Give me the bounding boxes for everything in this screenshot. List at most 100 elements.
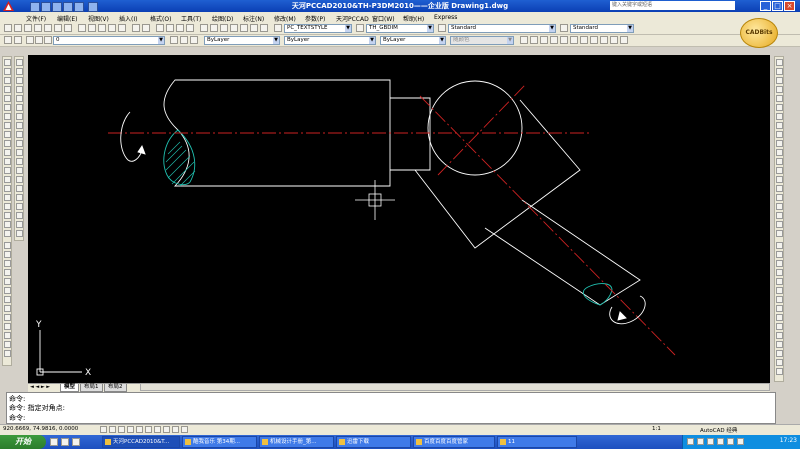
pccad-tool-1-icon[interactable] [4,242,11,249]
block-editor-icon[interactable] [118,24,126,32]
hatch-tool-icon[interactable] [570,36,578,44]
dim-text-edit-icon[interactable] [776,221,783,228]
center-icon[interactable] [560,36,568,44]
layer-manager-icon[interactable] [4,36,12,44]
zoom-previous-icon[interactable] [186,24,194,32]
redo-icon[interactable] [142,24,150,32]
lengthen-icon[interactable] [16,203,23,210]
media-icon[interactable] [72,438,80,446]
dim-update-icon[interactable] [776,230,783,237]
tray-ime-icon[interactable] [687,438,694,445]
save-icon[interactable] [34,24,42,32]
publish-icon[interactable] [64,24,72,32]
tray-chat-icon[interactable] [737,438,744,445]
pccad-tool-9-icon[interactable] [4,314,11,321]
pccad-right-1-icon[interactable] [776,242,783,249]
workspace-switch[interactable]: AutoCAD 经典 [700,426,737,434]
pccad-tool-10-icon[interactable] [4,323,11,330]
pccad-right-14-icon[interactable] [776,359,783,366]
jogged-linear-icon[interactable] [776,203,783,210]
print-icon[interactable] [44,24,52,32]
gradient-icon[interactable] [4,194,11,201]
extend-icon[interactable] [16,149,23,156]
osnap-icon[interactable] [610,36,618,44]
minimize-button[interactable]: _ [760,1,771,11]
grid-icon[interactable] [580,36,588,44]
pccad-tool-7-icon[interactable] [4,296,11,303]
mtext-icon[interactable] [4,221,11,228]
close-button[interactable]: × [784,1,795,11]
qp-toggle-icon[interactable] [181,426,188,433]
otrack-icon[interactable] [620,36,628,44]
task-music[interactable]: 酷我音乐 第34期... [182,436,257,448]
table-style-select[interactable]: Standard ▼ [448,24,556,33]
snap-icon[interactable] [590,36,598,44]
pccad-right-11-icon[interactable] [776,332,783,339]
zoom-realtime-icon[interactable] [166,24,174,32]
pccad-tool-4-icon[interactable] [4,269,11,276]
inspection-icon[interactable] [776,194,783,201]
maximize-button[interactable]: □ [772,1,783,11]
mleader-style-icon[interactable] [560,24,568,32]
pccad-right-10-icon[interactable] [776,323,783,330]
fillet-icon[interactable] [16,185,23,192]
linetype-select[interactable]: ByLayer ▼ [284,36,376,45]
pccad-tool-5-icon[interactable] [4,278,11,285]
tray-network-icon[interactable] [697,438,704,445]
pccad-tool-2-icon[interactable] [4,251,11,258]
pccad-right-7-icon[interactable] [776,296,783,303]
polar-icon[interactable] [600,36,608,44]
dim-linear-icon[interactable] [776,59,783,66]
pccad-tool-11-icon[interactable] [4,332,11,339]
spline-edit-icon[interactable] [16,230,23,237]
markup-icon[interactable] [240,24,248,32]
chamfer-icon[interactable] [16,176,23,183]
pccad-tool-8-icon[interactable] [4,305,11,312]
polar-toggle-icon[interactable] [127,426,134,433]
tolerance-icon[interactable] [776,176,783,183]
grid-toggle-icon[interactable] [109,426,116,433]
table-style-icon[interactable] [438,24,446,32]
pccad-right-15-icon[interactable] [776,368,783,375]
properties-icon[interactable] [200,24,208,32]
insert-block-icon[interactable] [4,158,11,165]
dim-style-select[interactable]: TH_GBDIM ▼ [366,24,434,33]
horizontal-scrollbar[interactable] [140,383,770,391]
menu-view[interactable]: 视图(V) [88,14,109,23]
spline-icon[interactable] [4,131,11,138]
mirror-icon[interactable] [16,77,23,84]
layer-select[interactable]: 0 ▼ [53,36,165,45]
calculator-icon[interactable] [250,24,258,32]
open-icon[interactable] [24,24,32,32]
revcloud-icon[interactable] [4,122,11,129]
erase-icon[interactable] [16,59,23,66]
task-thunder[interactable]: 迅雷下载 [336,436,411,448]
tab-nav-arrows[interactable]: ◄ ◄ ► ► [30,384,50,390]
point-icon[interactable] [4,176,11,183]
explode-icon[interactable] [16,194,23,201]
dim-aligned-icon[interactable] [776,68,783,75]
line-icon[interactable] [4,59,11,66]
dim-baseline-icon[interactable] [776,140,783,147]
zoom-window-icon[interactable] [176,24,184,32]
rectangle-icon[interactable] [4,95,11,102]
help-search-input[interactable]: 键入关键字或短语 [610,1,735,10]
dim-break-icon[interactable] [776,167,783,174]
layer-state-icon[interactable] [14,36,22,44]
dtext-icon[interactable] [4,230,11,237]
break-icon[interactable] [16,158,23,165]
stretch-icon[interactable] [16,131,23,138]
line-tool-icon[interactable] [530,36,538,44]
text-style-select[interactable]: PC_TEXTSTYLE ▼ [284,24,352,33]
menu-file[interactable]: 文件(F) [26,14,46,23]
qnew-icon[interactable] [14,24,22,32]
tray-security-icon[interactable] [717,438,724,445]
menu-parametric[interactable]: 参数(P) [305,14,325,23]
table-icon[interactable] [4,212,11,219]
dim-ordinate-icon[interactable] [776,86,783,93]
help-icon[interactable] [260,24,268,32]
offset-icon[interactable] [16,86,23,93]
preview-icon[interactable] [54,24,62,32]
dim-jogged-icon[interactable] [776,104,783,111]
menu-modify[interactable]: 修改(M) [274,14,296,23]
